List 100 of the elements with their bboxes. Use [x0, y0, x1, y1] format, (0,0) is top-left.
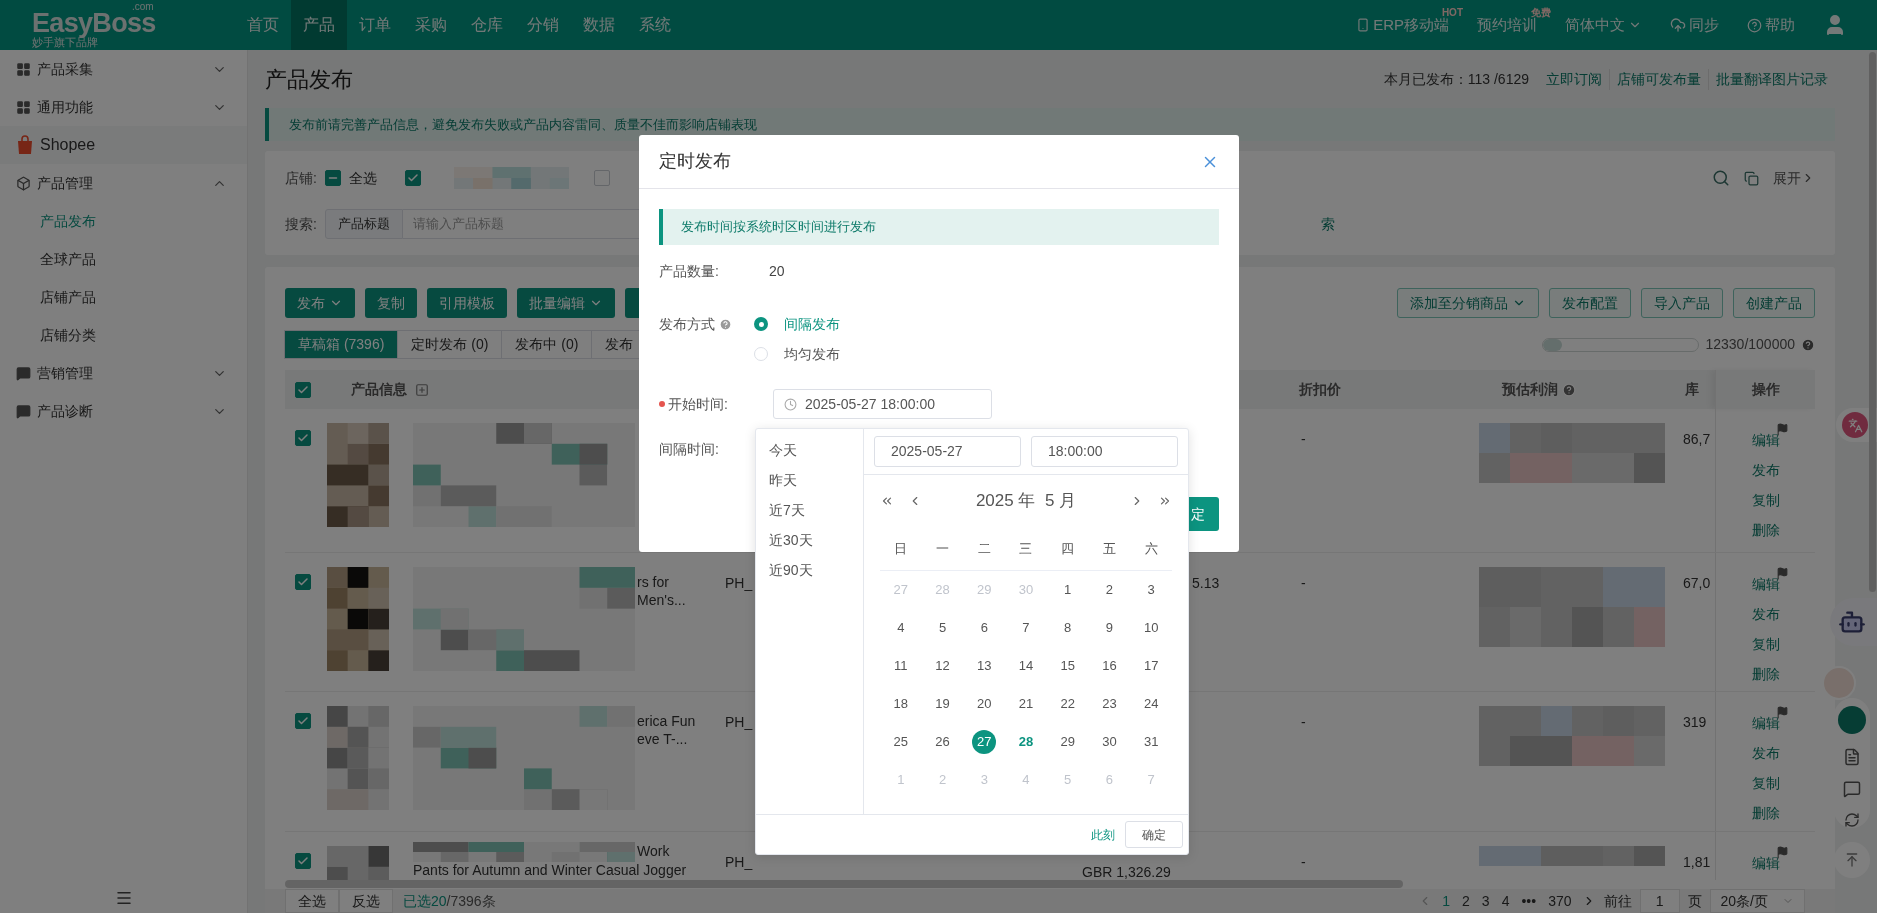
time-field[interactable]: 18:00:00: [1031, 436, 1178, 467]
calendar-day[interactable]: 17: [1139, 654, 1164, 678]
calendar-day[interactable]: 7: [1014, 616, 1038, 640]
collapse-icon[interactable]: [114, 889, 133, 907]
scrollbar[interactable]: [1869, 52, 1876, 592]
flag-icon[interactable]: [1776, 846, 1789, 859]
robot-button[interactable]: [1830, 598, 1877, 646]
nav-tab[interactable]: 分销: [515, 0, 571, 50]
toolbar-button[interactable]: 添加至分销商品: [1397, 288, 1539, 318]
calendar-day[interactable]: 29: [1055, 730, 1080, 754]
toolbar-button[interactable]: 引用模板: [427, 288, 507, 318]
calendar-day[interactable]: 18: [888, 692, 913, 716]
link[interactable]: 批量翻译图片记录: [1708, 68, 1835, 90]
shortcut-item[interactable]: 近7天: [769, 495, 863, 525]
calendar-day[interactable]: 24: [1139, 692, 1164, 716]
flag-icon[interactable]: [1776, 706, 1789, 719]
flag-icon[interactable]: [1776, 567, 1789, 580]
sidebar-item[interactable]: 营销管理: [0, 354, 247, 392]
action-link[interactable]: 发布: [1751, 461, 1780, 479]
sidebar-subitem[interactable]: 全球产品: [0, 240, 247, 278]
calendar-day[interactable]: 27: [972, 730, 997, 754]
radio-option[interactable]: 均匀发布: [754, 339, 840, 369]
checkbox[interactable]: [295, 381, 311, 398]
sidebar-item[interactable]: 产品诊断: [0, 392, 247, 430]
document-icon[interactable]: [1843, 748, 1861, 766]
page-input[interactable]: 1: [1639, 889, 1680, 913]
shortcut-item[interactable]: 近30天: [769, 525, 863, 555]
page-number[interactable]: 3: [1479, 890, 1492, 912]
checkbox[interactable]: [593, 170, 610, 186]
flag-icon[interactable]: [1776, 423, 1789, 436]
calendar-day[interactable]: 3: [1139, 578, 1164, 602]
calendar-day[interactable]: 12: [930, 654, 955, 678]
calendar-day[interactable]: 25: [888, 730, 913, 754]
action-link[interactable]: 编辑: [1751, 854, 1780, 872]
back-to-top-button[interactable]: [1834, 842, 1870, 878]
action-link[interactable]: 编辑: [1751, 714, 1780, 732]
calendar-day[interactable]: 11: [888, 654, 913, 678]
toolbar-button[interactable]: 创建产品: [1733, 288, 1815, 318]
sidebar-subitem[interactable]: 店铺产品: [0, 278, 247, 316]
select-all-button[interactable]: 全选: [285, 889, 339, 913]
tab[interactable]: 发布中 (0): [501, 330, 593, 359]
calendar-day[interactable]: 23: [1097, 692, 1122, 716]
calendar-day[interactable]: 16: [1097, 654, 1122, 678]
calendar-day[interactable]: 9: [1097, 616, 1122, 640]
sidebar-item[interactable]: Shopee: [0, 126, 247, 164]
chat-icon[interactable]: [1843, 780, 1861, 798]
calendar-day[interactable]: 2: [1097, 578, 1122, 602]
calendar-day[interactable]: 15: [1055, 654, 1080, 678]
search-button[interactable]: 索: [1320, 213, 1335, 235]
nav-tab[interactable]: 采购: [403, 0, 459, 50]
shortcut-item[interactable]: 昨天: [769, 465, 863, 495]
header-link[interactable]: 帮助: [1765, 13, 1795, 37]
search-icon[interactable]: [1712, 169, 1730, 187]
checkbox[interactable]: [295, 430, 311, 446]
invert-button[interactable]: 反选: [339, 889, 393, 913]
page-size-select[interactable]: 20条/页: [1709, 889, 1805, 913]
action-link[interactable]: 复制: [1751, 491, 1780, 509]
nav-tab[interactable]: 产品: [291, 0, 347, 50]
refresh-icon[interactable]: [1844, 812, 1860, 828]
date-time-field[interactable]: 2025-05-27 18:00:00: [773, 389, 992, 419]
action-link[interactable]: 发布: [1751, 605, 1780, 623]
sidebar-item[interactable]: 产品管理: [0, 164, 247, 202]
calendar-day[interactable]: 30: [1097, 730, 1122, 754]
page-number[interactable]: •••: [1519, 890, 1539, 912]
calendar-day[interactable]: 21: [1014, 692, 1038, 716]
nav-tab[interactable]: 仓库: [459, 0, 515, 50]
page-number[interactable]: 4: [1499, 890, 1512, 912]
previous-year-icon[interactable]: [880, 494, 894, 508]
toolbar-button[interactable]: 发布配置: [1549, 288, 1631, 318]
page-number[interactable]: 2: [1460, 890, 1472, 912]
action-link[interactable]: 删除: [1751, 804, 1780, 822]
action-link[interactable]: 删除: [1751, 521, 1780, 539]
checkbox[interactable]: [295, 574, 311, 590]
next-year-icon[interactable]: [1158, 494, 1172, 508]
action-link[interactable]: 编辑: [1751, 431, 1780, 449]
action-link[interactable]: 删除: [1751, 665, 1780, 683]
calendar-day[interactable]: 26: [930, 730, 955, 754]
sidebar-subitem[interactable]: 产品发布: [0, 202, 247, 240]
page-number[interactable]: 1: [1440, 890, 1453, 912]
action-link[interactable]: 发布: [1751, 744, 1780, 762]
action-link[interactable]: 编辑: [1751, 575, 1780, 593]
link[interactable]: 店铺可发布量: [1609, 68, 1708, 90]
now-link[interactable]: 此刻: [1091, 825, 1115, 844]
action-link[interactable]: 复制: [1751, 635, 1780, 653]
page-number[interactable]: 370: [1546, 890, 1574, 912]
calendar-day[interactable]: 19: [930, 692, 955, 716]
shortcut-item[interactable]: 近90天: [769, 555, 863, 585]
search-type-select[interactable]: 产品标题: [324, 209, 403, 239]
avatar[interactable]: [1838, 706, 1866, 734]
calendar-day[interactable]: 28: [1014, 730, 1038, 754]
copy-icon[interactable]: [1744, 170, 1759, 186]
scrollbar[interactable]: [285, 880, 1403, 888]
toolbar-button[interactable]: 导入产品: [1641, 288, 1723, 318]
calendar-day[interactable]: 31: [1139, 730, 1164, 754]
sidebar-subitem[interactable]: 店铺分类: [0, 316, 247, 354]
tab[interactable]: 草稿箱 (7396): [284, 330, 399, 359]
expand-icon[interactable]: [415, 382, 429, 397]
calendar-day[interactable]: 8: [1055, 616, 1080, 640]
expand-link[interactable]: 展开: [1773, 167, 1815, 189]
shortcut-item[interactable]: 今天: [769, 435, 863, 465]
